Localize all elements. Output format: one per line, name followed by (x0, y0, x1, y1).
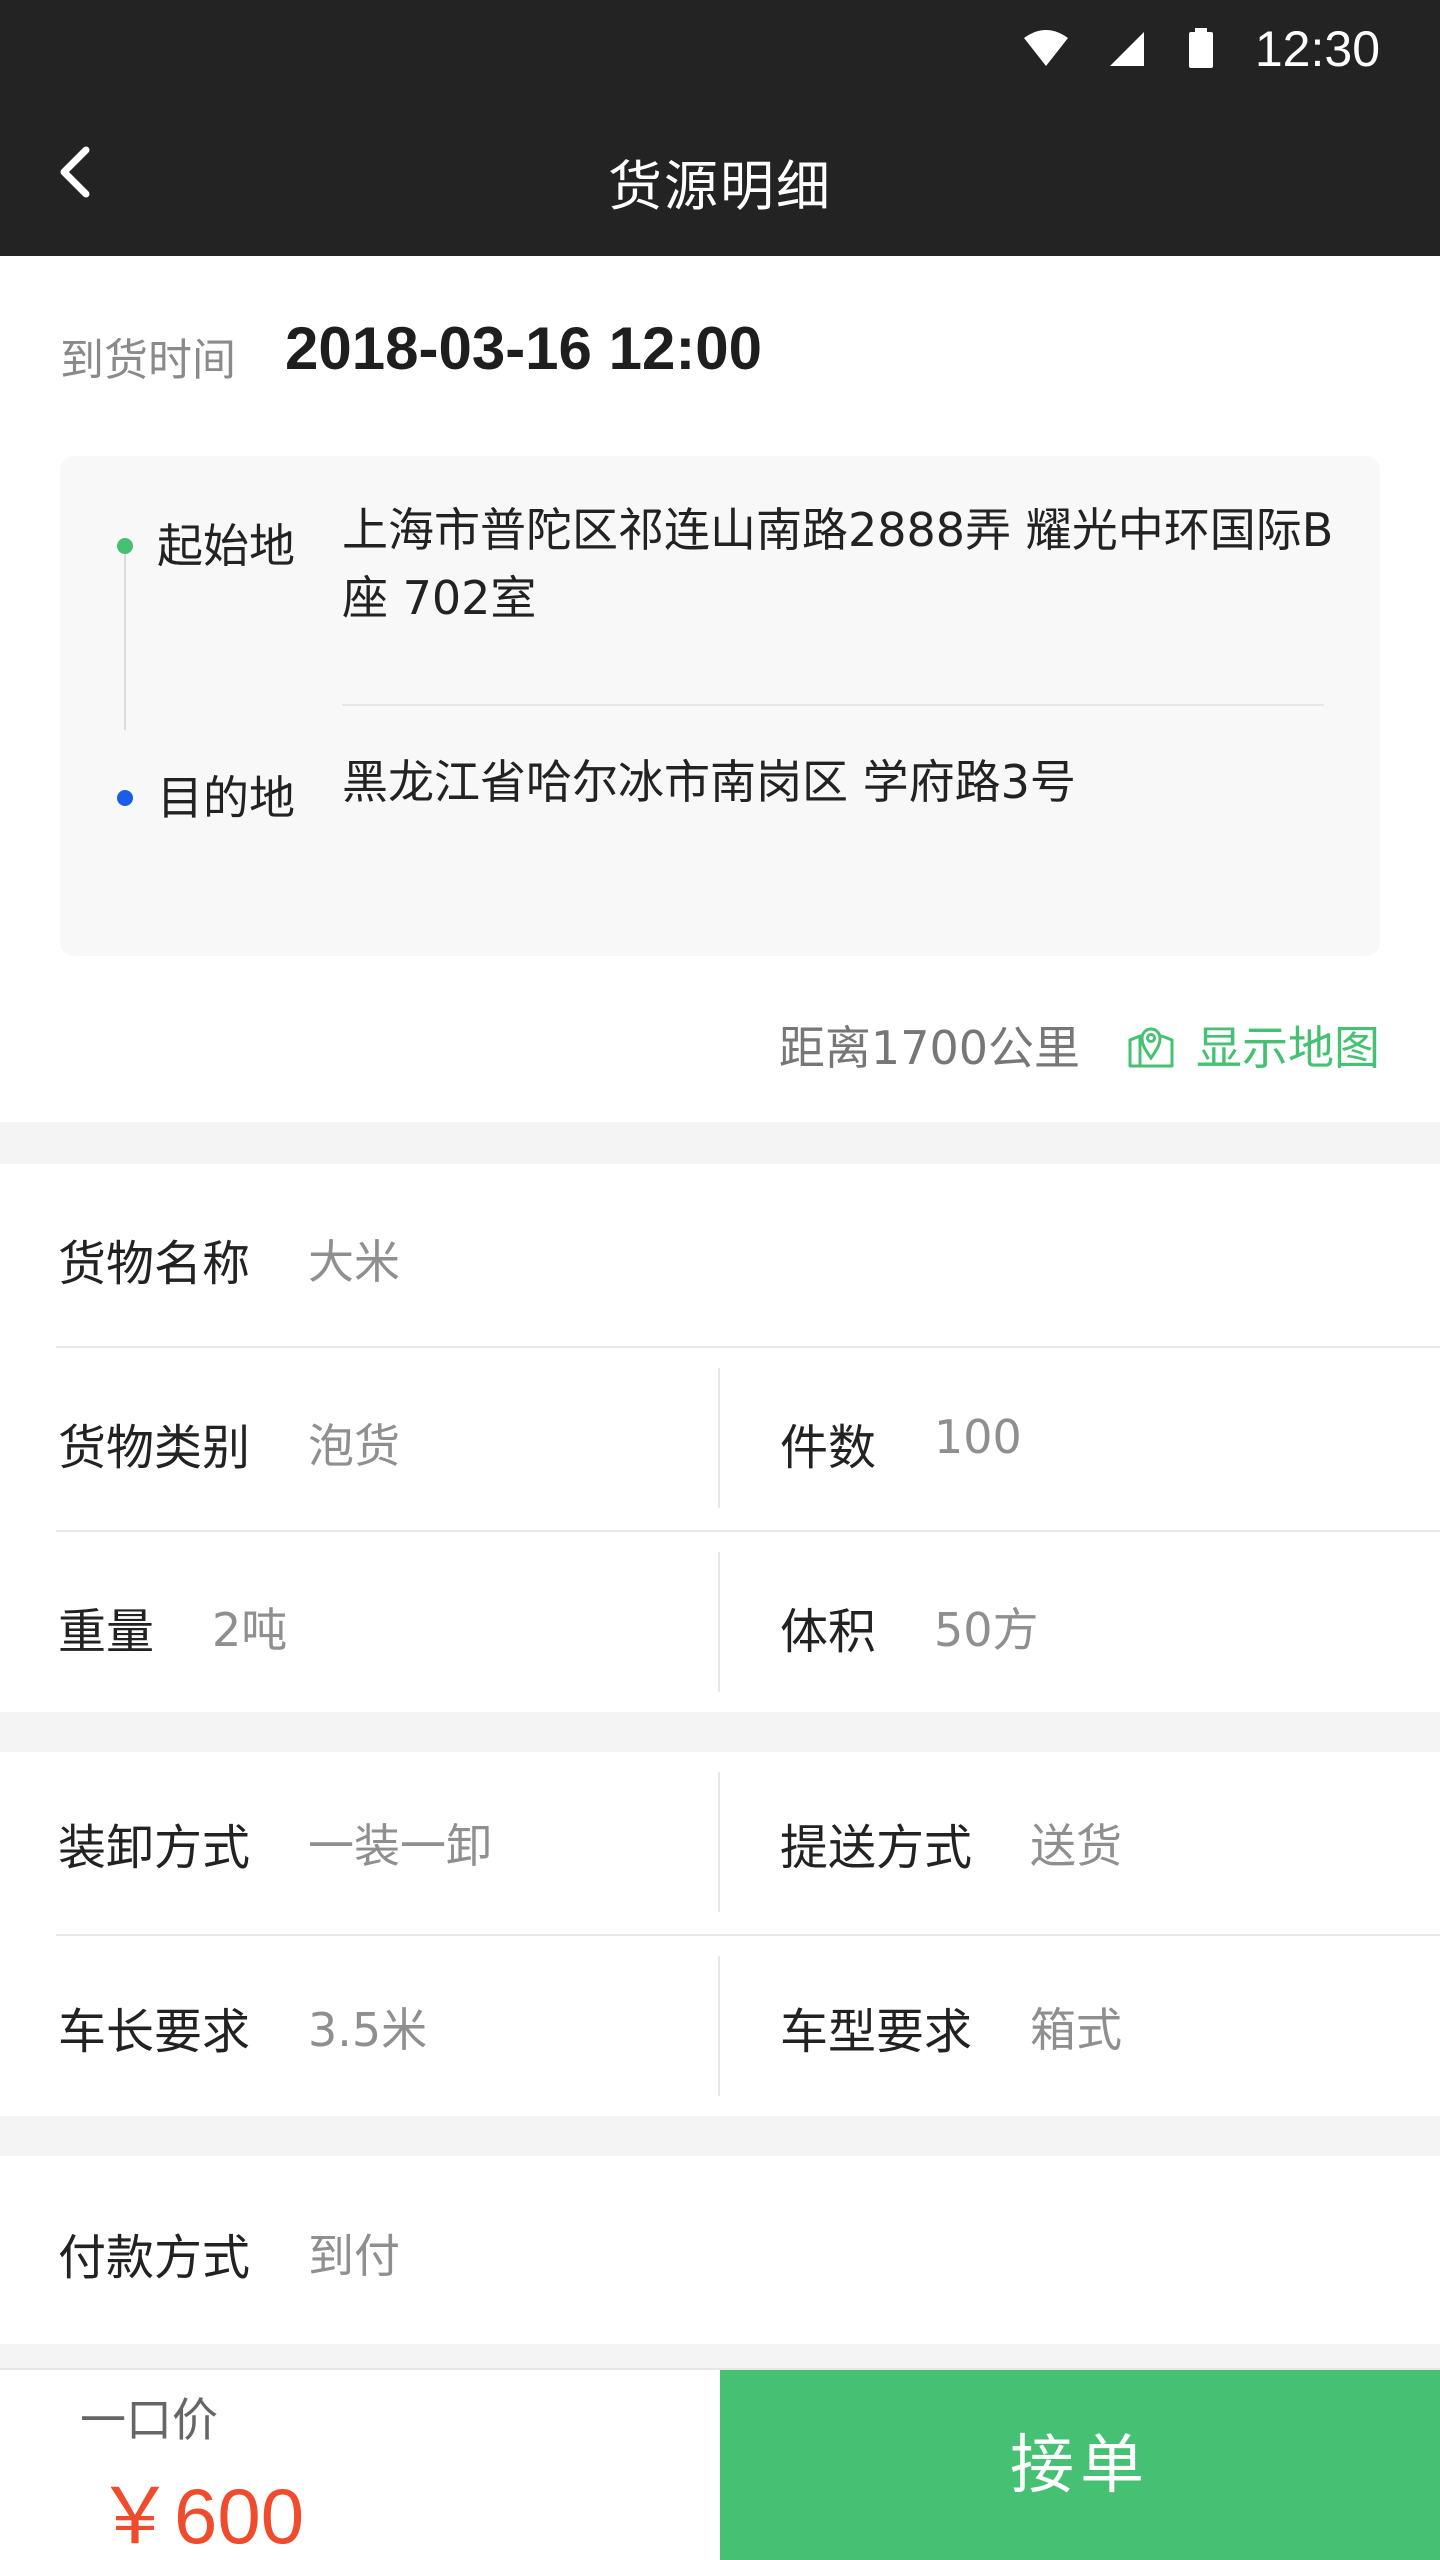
destination-dot-icon (117, 790, 133, 806)
origin-label: 起始地 (157, 519, 295, 573)
payment-method-label: 付款方式 (58, 2230, 251, 2286)
status-time: 12:30 (1254, 21, 1380, 77)
payment-section: 付款方式 到付 (0, 2156, 1440, 2344)
wifi-icon (1024, 30, 1068, 66)
cargo-volume-value: 50方 (934, 1603, 1039, 1657)
status-bar: 12:30 (0, 0, 1440, 96)
price-label: 一口价 (80, 2393, 218, 2447)
cargo-section: 货物名称 大米 货物类别 泡货 件数 100 重量 2吨 体积 50方 (0, 1164, 1440, 1712)
handling-section: 装卸方式 一装一卸 提送方式 送货 车长要求 3.5米 车型要求 箱式 (0, 1752, 1440, 2116)
divider (56, 1346, 1440, 1348)
distance-text: 距离1700公里 (778, 1021, 1080, 1075)
map-pin-icon (1128, 1027, 1174, 1068)
signal-icon (1110, 32, 1144, 66)
cargo-volume-label: 体积 (780, 1604, 877, 1660)
origin-dot-icon (117, 538, 133, 554)
show-map-link[interactable]: 显示地图 (1126, 1012, 1380, 1078)
vehicle-length-label: 车长要求 (58, 2004, 251, 2060)
route-connector (124, 548, 126, 730)
loading-method-value: 一装一卸 (308, 1819, 492, 1873)
cargo-type-label: 货物类别 (58, 1420, 251, 1476)
route-section: 到货时间 2018-03-16 12:00 起始地 上海市普陀区祁连山南路288… (0, 256, 1440, 1122)
divider (56, 1530, 1440, 1532)
nav-bar: 货源明细 (0, 96, 1440, 256)
cargo-weight-label: 重量 (58, 1604, 155, 1660)
show-map-label: 显示地图 (1196, 1021, 1380, 1075)
accept-order-button[interactable]: 接单 (720, 2370, 1440, 2560)
column-divider (718, 1552, 720, 1692)
vehicle-type-label: 车型要求 (780, 2004, 973, 2060)
column-divider (718, 1772, 720, 1912)
price-value: ￥600 (96, 2472, 305, 2560)
arrival-time-label: 到货时间 (60, 335, 236, 386)
loading-method-label: 装卸方式 (58, 1820, 251, 1876)
arrival-time-value: 2018-03-16 12:00 (285, 315, 763, 382)
cargo-weight-value: 2吨 (212, 1603, 288, 1657)
divider (56, 1934, 1440, 1936)
delivery-method-label: 提送方式 (780, 1820, 973, 1876)
vehicle-type-value: 箱式 (1030, 2003, 1122, 2057)
column-divider (718, 1956, 720, 2096)
destination-label: 目的地 (157, 771, 295, 825)
origin-address: 上海市普陀区祁连山南路2888弄 耀光中环国际B座 702室 (342, 503, 1334, 625)
cargo-name-value: 大米 (308, 1235, 400, 1289)
battery-icon (1189, 28, 1213, 68)
route-card: 起始地 上海市普陀区祁连山南路2888弄 耀光中环国际B座 702室 目的地 黑… (60, 456, 1380, 956)
cargo-type-value: 泡货 (308, 1419, 400, 1473)
payment-method-value: 到付 (308, 2229, 400, 2283)
page-title: 货源明细 (608, 155, 832, 218)
route-divider (342, 704, 1324, 706)
bottom-action-bar: 一口价 ￥600 接单 (0, 2368, 1440, 2560)
cargo-name-label: 货物名称 (58, 1236, 251, 1292)
destination-address: 黑龙江省哈尔冰市南岗区 学府路3号 (342, 755, 1076, 809)
cargo-count-value: 100 (934, 1410, 1022, 1464)
cargo-count-label: 件数 (780, 1420, 877, 1476)
column-divider (718, 1368, 720, 1508)
vehicle-length-value: 3.5米 (308, 2003, 428, 2057)
delivery-method-value: 送货 (1030, 1819, 1122, 1873)
